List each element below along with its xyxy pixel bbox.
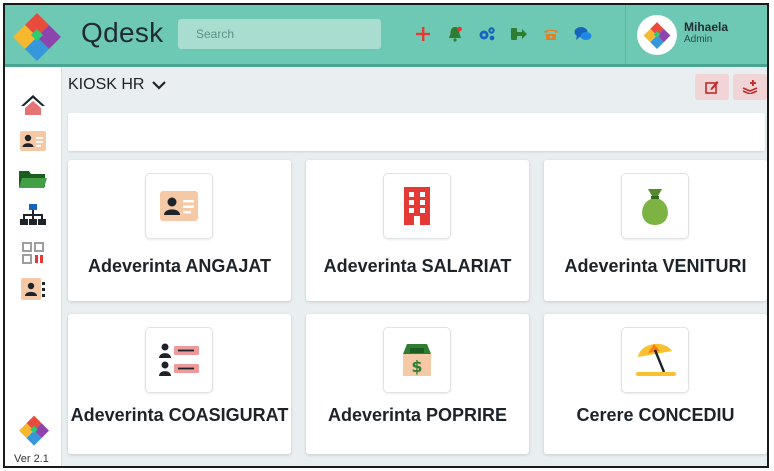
toolbar-divider xyxy=(625,5,626,67)
sidebar-item-org-chart[interactable] xyxy=(19,203,47,227)
settings-icon[interactable] xyxy=(478,25,496,43)
card-label: Adeverinta SALARIAT xyxy=(323,256,512,276)
sidebar-item-contact-list[interactable] xyxy=(19,277,47,301)
svg-text:$: $ xyxy=(411,357,422,376)
chevron-down-icon xyxy=(152,81,167,90)
money-bag-icon xyxy=(642,189,668,225)
card-label: Adeverinta COASIGURAT xyxy=(70,405,289,425)
card-icon-box xyxy=(145,327,213,393)
edit-button[interactable] xyxy=(695,74,729,100)
qr-code-icon xyxy=(22,242,44,264)
phone-icon[interactable] xyxy=(542,25,560,43)
user-name: Mihaela xyxy=(684,20,729,34)
card-adeverinta-venituri[interactable]: Adeverinta VENITURI xyxy=(544,160,767,301)
card-cerere-concediu[interactable]: Cerere CONCEDIU xyxy=(544,314,767,454)
building-icon xyxy=(404,187,430,225)
card-adeverinta-coasigurat[interactable]: Adeverinta COASIGURAT xyxy=(68,314,291,454)
card-adeverinta-poprire[interactable]: $ Adeverinta POPRIRE xyxy=(306,314,529,454)
chat-icon[interactable] xyxy=(574,25,592,43)
sidebar-item-qr-code[interactable] xyxy=(19,241,47,265)
filter-bar xyxy=(68,113,765,151)
logout-icon[interactable] xyxy=(510,25,528,43)
top-bar: Qdesk Search Mihaela Admin xyxy=(5,5,767,67)
contact-list-icon xyxy=(159,343,199,376)
sidebar-item-home[interactable] xyxy=(19,93,47,117)
stack-add-icon xyxy=(742,80,758,94)
bell-icon[interactable] xyxy=(446,25,464,43)
footer-logo-icon xyxy=(19,415,49,446)
card-adeverinta-salariat[interactable]: Adeverinta SALARIAT xyxy=(306,160,529,301)
card-icon-box: $ xyxy=(383,327,451,393)
contact-list-icon xyxy=(21,278,45,300)
card-icon-box xyxy=(383,173,451,239)
card-icon-box xyxy=(621,173,689,239)
avatar-logo-icon xyxy=(643,22,671,49)
card-label: Adeverinta POPRIRE xyxy=(327,405,508,425)
cash-box-icon: $ xyxy=(403,344,431,376)
sidebar-item-id-card[interactable] xyxy=(19,129,47,153)
id-card-icon xyxy=(20,131,46,151)
add-document-button[interactable] xyxy=(733,74,767,100)
avatar[interactable] xyxy=(637,15,677,55)
id-card-icon xyxy=(160,191,198,221)
edit-icon xyxy=(705,81,719,94)
version-label: Ver 2.1 xyxy=(14,453,49,465)
home-icon xyxy=(21,95,45,115)
folder-icon xyxy=(19,171,47,188)
app-title: Qdesk xyxy=(81,17,164,48)
app-window: Qdesk Search Mihaela Admin Ver 2.1 KIOSK… xyxy=(3,3,769,468)
top-bar-strip xyxy=(5,64,767,67)
add-icon[interactable] xyxy=(414,25,432,43)
beach-umbrella-icon xyxy=(636,343,676,376)
module-selector[interactable]: KIOSK HR xyxy=(68,76,167,94)
card-icon-box xyxy=(145,173,213,239)
card-label: Adeverinta ANGAJAT xyxy=(87,256,272,276)
sidebar: Ver 2.1 xyxy=(5,67,62,466)
search-input[interactable] xyxy=(178,19,381,49)
card-label: Adeverinta VENITURI xyxy=(564,256,747,276)
card-label: Cerere CONCEDIU xyxy=(576,405,735,425)
app-logo[interactable] xyxy=(13,11,61,61)
toolbar-icons xyxy=(414,21,606,47)
sidebar-item-folder[interactable] xyxy=(19,167,47,191)
page-title: KIOSK HR xyxy=(68,76,145,93)
user-role: Admin xyxy=(684,34,713,45)
org-chart-icon xyxy=(20,204,46,225)
card-adeverinta-angajat[interactable]: Adeverinta ANGAJAT xyxy=(68,160,291,301)
card-icon-box xyxy=(621,327,689,393)
